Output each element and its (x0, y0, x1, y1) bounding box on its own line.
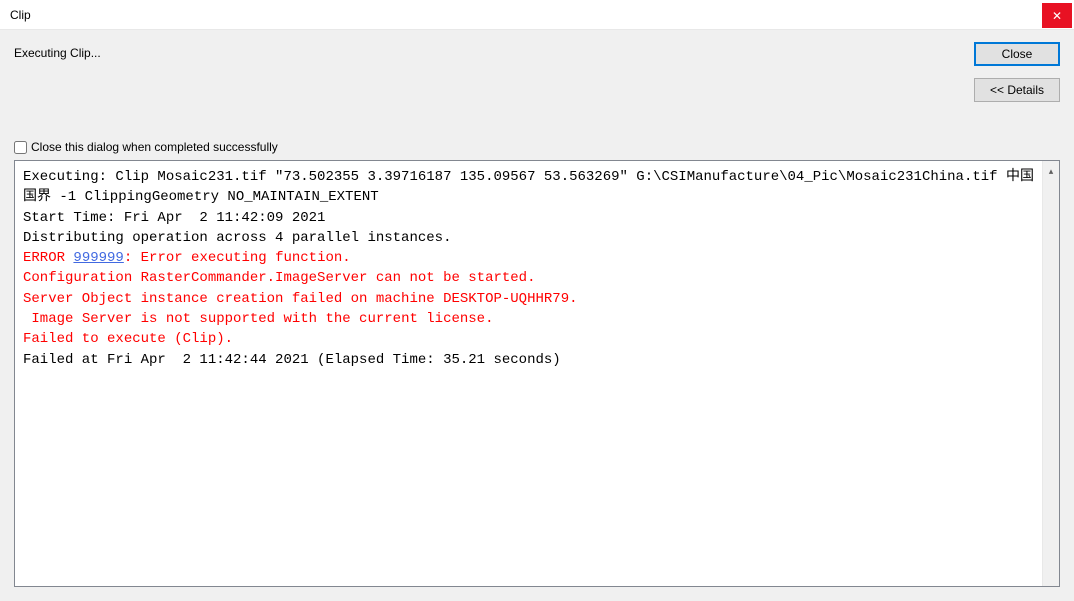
window-title: Clip (0, 8, 31, 22)
details-button[interactable]: << Details (974, 78, 1060, 102)
error-code-link[interactable]: 999999 (73, 250, 123, 266)
log-line-error: Failed to execute (Clip). (23, 329, 1034, 349)
buttons-column: Close << Details (974, 42, 1060, 102)
log-line-error: ERROR 999999: Error executing function. (23, 248, 1034, 268)
dialog-content: Executing Clip... Close << Details Close… (0, 30, 1074, 601)
top-row: Executing Clip... Close << Details (14, 42, 1060, 102)
close-button[interactable]: Close (974, 42, 1060, 66)
scroll-up-arrow-icon[interactable]: ▴ (1045, 165, 1057, 177)
log-line: Failed at Fri Apr 2 11:42:44 2021 (Elaps… (23, 350, 1034, 370)
log-line: Start Time: Fri Apr 2 11:42:09 2021 (23, 208, 1034, 228)
log-panel: Executing: Clip Mosaic231.tif "73.502355… (14, 160, 1060, 587)
auto-close-checkbox[interactable] (14, 141, 27, 154)
auto-close-label[interactable]: Close this dialog when completed success… (31, 140, 278, 154)
log-line: Distributing operation across 4 parallel… (23, 228, 1034, 248)
error-suffix: : Error executing function. (124, 250, 351, 266)
status-label: Executing Clip... (14, 42, 101, 60)
window-titlebar: Clip ✕ (0, 0, 1074, 30)
log-line-error: Image Server is not supported with the c… (23, 309, 1034, 329)
log-output[interactable]: Executing: Clip Mosaic231.tif "73.502355… (15, 161, 1042, 586)
log-line-error: Server Object instance creation failed o… (23, 289, 1034, 309)
window-close-button[interactable]: ✕ (1042, 3, 1072, 28)
close-icon: ✕ (1052, 9, 1062, 23)
scrollbar[interactable]: ▴ (1042, 161, 1059, 586)
log-line: Executing: Clip Mosaic231.tif "73.502355… (23, 167, 1034, 208)
auto-close-checkbox-row: Close this dialog when completed success… (14, 140, 1060, 154)
error-prefix: ERROR (23, 250, 73, 266)
log-line-error: Configuration RasterCommander.ImageServe… (23, 268, 1034, 288)
